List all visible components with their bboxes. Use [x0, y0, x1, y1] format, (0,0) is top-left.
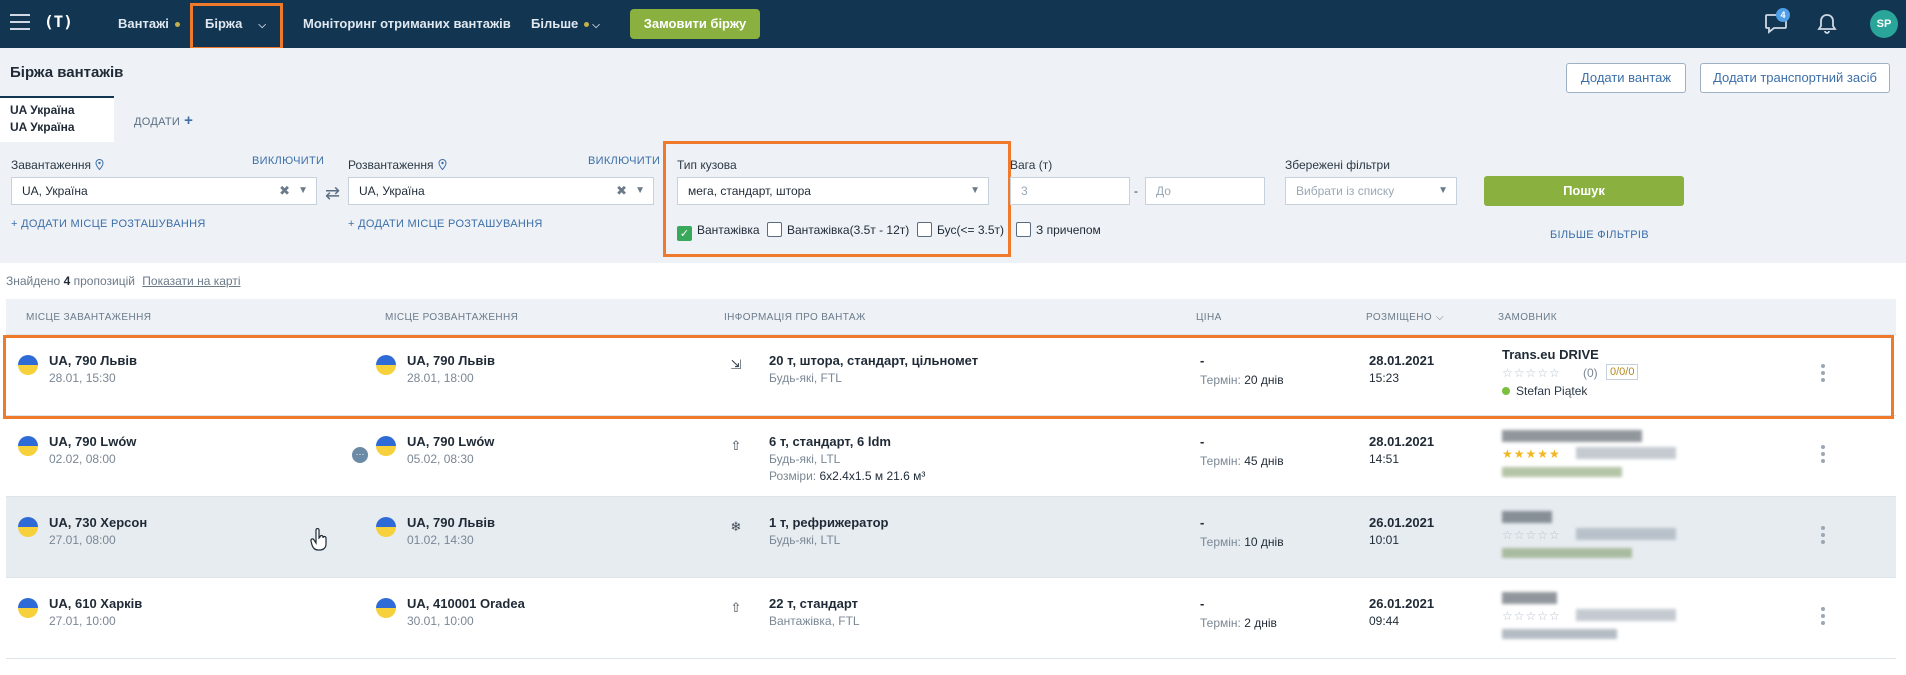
- tab-ukraine[interactable]: UA Україна UA Україна: [0, 96, 114, 142]
- page-title: Біржа вантажів: [10, 64, 124, 81]
- bell-icon[interactable]: [1816, 12, 1838, 34]
- nav-item-cargo[interactable]: Вантажі: [118, 0, 180, 48]
- contact-redacted: [1502, 548, 1632, 558]
- rating-stars-icon: ★★★★★: [1502, 447, 1561, 461]
- column-header-price: ЦІНА: [1196, 312, 1222, 323]
- nav-item-more[interactable]: Більше ⌵: [531, 0, 600, 48]
- ukraine-flag-icon: [376, 517, 396, 537]
- rating-redacted: [1576, 528, 1676, 540]
- more-filters-link[interactable]: БІЛЬШЕ ФІЛЬТРІВ: [1550, 229, 1649, 241]
- results-count: 4: [63, 274, 71, 288]
- row-menu-icon[interactable]: [1821, 526, 1825, 547]
- column-header-cargo-info: ІНФОРМАЦІЯ ПРО ВАНТАЖ: [724, 312, 866, 323]
- add-vehicle-button[interactable]: Додати транспортний засіб: [1700, 63, 1890, 93]
- location-pin-icon: [438, 159, 447, 170]
- table-row[interactable]: UA, 790 Lwów 02.02, 08:00 ··· UA, 790 Lw…: [6, 416, 1896, 497]
- loading-type-icon: ⇧: [730, 438, 742, 453]
- weight-separator: -: [1134, 184, 1138, 198]
- plus-icon: +: [184, 112, 194, 129]
- snowflake-icon: ❄: [730, 519, 742, 534]
- chat-badge: 4: [1776, 8, 1790, 22]
- add-tab-button[interactable]: ДОДАТИ +: [134, 112, 193, 129]
- ukraine-flag-icon: [18, 436, 38, 456]
- loading-location-input[interactable]: UA, Україна ✖ ▼: [11, 177, 317, 205]
- order-exchange-button[interactable]: Замовити біржу: [630, 9, 760, 39]
- ukraine-flag-icon: [18, 598, 38, 618]
- row-menu-icon[interactable]: [1821, 445, 1825, 466]
- weight-label: Вага (т): [1010, 158, 1053, 172]
- rating-stars-icon: ☆☆☆☆☆: [1502, 528, 1561, 542]
- row-menu-icon[interactable]: [1821, 607, 1825, 628]
- unloading-add-place-link[interactable]: + ДОДАТИ МІСЦЕ РОЗТАШУВАННЯ: [348, 218, 543, 230]
- customer-name-redacted: [1502, 511, 1552, 523]
- search-button[interactable]: Пошук: [1484, 176, 1684, 206]
- unloading-location-input[interactable]: UA, Україна ✖ ▼: [348, 177, 654, 205]
- customer-name-redacted: [1502, 592, 1557, 604]
- vehicle-type-trailer[interactable]: З причепом: [1016, 222, 1101, 238]
- checkbox-icon[interactable]: [1016, 222, 1031, 237]
- location-pin-icon: [95, 159, 104, 170]
- ukraine-flag-icon: [376, 598, 396, 618]
- trans-logo[interactable]: (T): [44, 12, 73, 31]
- saved-filters-select[interactable]: Вибрати із списку ▼: [1285, 177, 1457, 205]
- column-header-customer: ЗАМОВНИК: [1498, 312, 1557, 323]
- caret-down-icon[interactable]: ▼: [298, 178, 308, 204]
- show-on-map-link[interactable]: Показати на карті: [142, 274, 240, 288]
- highlight-first-row: [3, 335, 1894, 419]
- menu-icon[interactable]: [10, 14, 30, 30]
- hand-cursor-icon: [310, 528, 327, 551]
- unloading-label: Розвантаження: [348, 158, 447, 172]
- nav-item-monitoring[interactable]: Моніторинг отриманих вантажів: [303, 0, 511, 48]
- rating-stars-icon: ☆☆☆☆☆: [1502, 609, 1561, 623]
- caret-down-icon: ▼: [1438, 185, 1448, 196]
- notification-dot-icon: [584, 22, 590, 28]
- clear-icon[interactable]: ✖: [279, 178, 290, 204]
- highlight-exchange-tab: [190, 3, 283, 50]
- saved-filters-label: Збережені фільтри: [1285, 158, 1390, 172]
- table-header: МІСЦЕ ЗАВАНТАЖЕННЯ МІСЦЕ РОЗВАНТАЖЕННЯ І…: [6, 299, 1896, 335]
- table-row[interactable]: UA, 610 Харків 27.01, 10:00 UA, 410001 O…: [6, 578, 1896, 659]
- loading-exclude-toggle[interactable]: ВИКЛЮЧИТИ: [252, 155, 324, 167]
- rating-redacted: [1576, 609, 1676, 621]
- add-cargo-button[interactable]: Додати вантаж: [1566, 63, 1686, 93]
- top-navigation-bar: (T) Вантажі Біржа ⌵ Моніторинг отриманих …: [0, 0, 1906, 48]
- weight-to-input[interactable]: До: [1145, 177, 1265, 205]
- weight-from-input[interactable]: 3: [1010, 177, 1130, 205]
- sort-down-icon: ⌵: [1436, 312, 1445, 323]
- customer-name-redacted: [1502, 430, 1642, 442]
- highlight-body-type: [663, 141, 1011, 257]
- column-header-posted[interactable]: РОЗМІЩЕНО ⌵: [1366, 312, 1444, 323]
- notification-dot-icon: [174, 22, 180, 28]
- clear-icon[interactable]: ✖: [616, 178, 627, 204]
- loading-type-icon: ⇧: [730, 600, 742, 615]
- caret-down-icon[interactable]: ▼: [635, 178, 645, 204]
- chevron-down-icon: ⌵: [592, 20, 600, 31]
- table-row[interactable]: UA, 730 Херсон 27.01, 08:00 UA, 790 Льві…: [6, 497, 1896, 578]
- rating-redacted: [1576, 447, 1676, 459]
- ukraine-flag-icon: [376, 436, 396, 456]
- results-summary: Знайдено 4 пропозицій Показати на карті: [6, 274, 241, 288]
- loading-add-place-link[interactable]: + ДОДАТИ МІСЦЕ РОЗТАШУВАННЯ: [11, 218, 206, 230]
- unloading-exclude-toggle[interactable]: ВИКЛЮЧИТИ: [588, 155, 660, 167]
- contact-redacted: [1502, 629, 1617, 639]
- user-avatar[interactable]: SP: [1870, 10, 1898, 38]
- comment-icon[interactable]: ···: [352, 447, 368, 463]
- ukraine-flag-icon: [18, 517, 38, 537]
- loading-label: Завантаження: [11, 158, 104, 172]
- column-header-unloading: МІСЦЕ РОЗВАНТАЖЕННЯ: [385, 312, 519, 323]
- column-header-loading: МІСЦЕ ЗАВАНТАЖЕННЯ: [26, 312, 152, 323]
- swap-icon[interactable]: ⇄: [325, 183, 340, 204]
- contact-redacted: [1502, 467, 1622, 477]
